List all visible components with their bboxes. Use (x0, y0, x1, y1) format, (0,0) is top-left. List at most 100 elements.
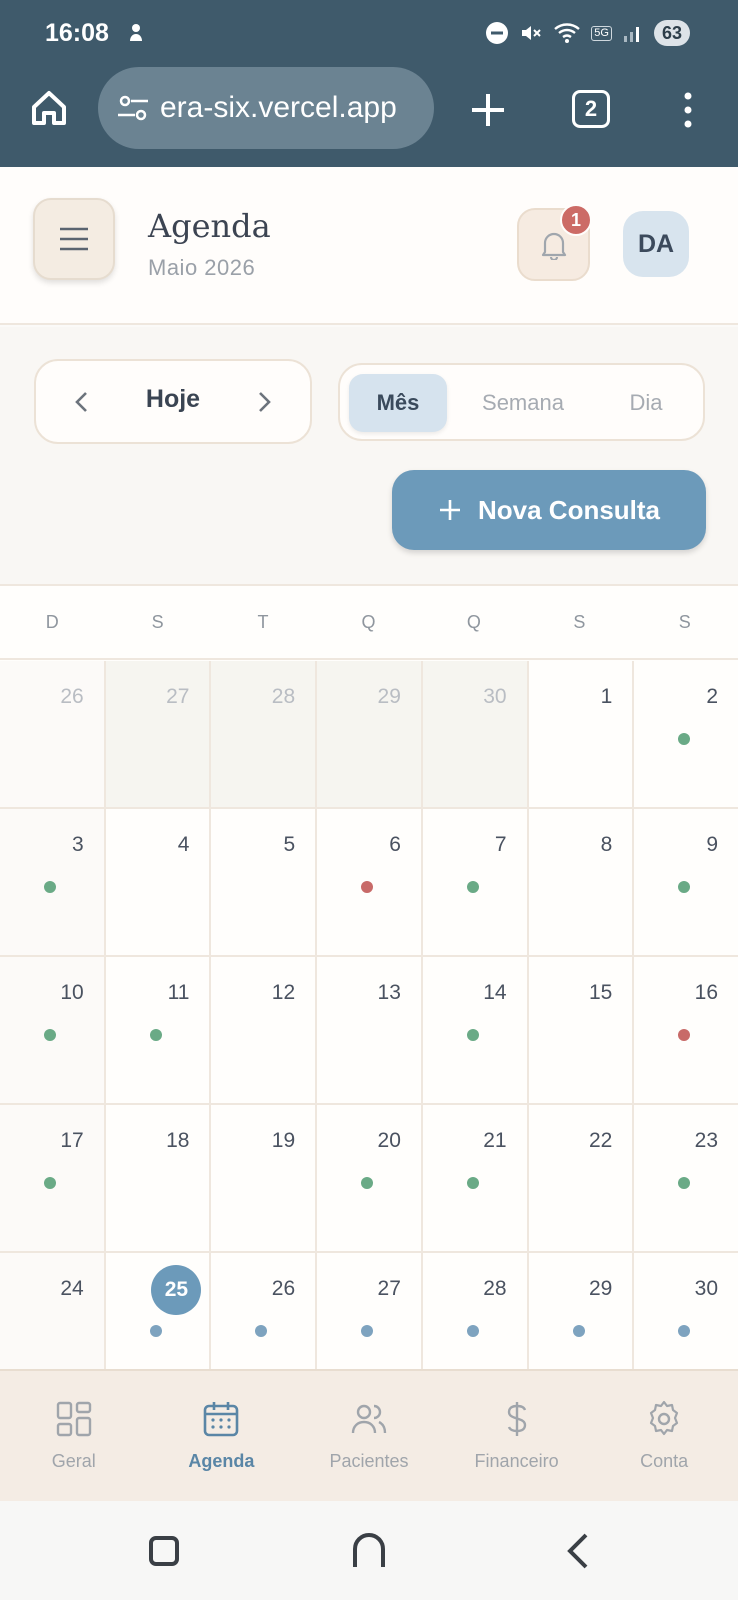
calendar-day[interactable]: 16 (634, 957, 738, 1103)
view-day-button[interactable]: Dia (602, 374, 690, 432)
week-row: 3 4 5 6 7 8 9 (0, 809, 738, 957)
system-home-icon[interactable] (349, 1531, 389, 1571)
day-number: 13 (377, 981, 401, 1004)
appointment-dot (361, 1325, 374, 1337)
calendar-day[interactable]: 4 (106, 809, 212, 955)
day-number: 14 (483, 981, 507, 1004)
back-icon[interactable] (558, 1531, 598, 1571)
calendar-day[interactable]: 28 (423, 1253, 529, 1369)
appointment-dot (149, 1029, 162, 1041)
calendar-day[interactable]: 2 (634, 661, 738, 807)
week-row: 24 25 26 27 28 29 30 (0, 1253, 738, 1369)
weekday-label: S (573, 612, 587, 632)
status-icons: 5G 63 (485, 18, 690, 48)
calendar-day[interactable]: 13 (317, 957, 423, 1103)
previous-button[interactable] (56, 377, 106, 427)
day-number: 19 (271, 1129, 296, 1152)
chevron-right-icon (259, 392, 271, 412)
day-number: 25 (151, 1265, 202, 1315)
today-button[interactable]: Hoje (116, 385, 230, 414)
week-row: 10 11 12 13 14 15 16 (0, 957, 738, 1105)
day-number: 12 (271, 981, 296, 1004)
menu-button[interactable] (33, 198, 115, 280)
day-number: 5 (283, 833, 296, 856)
tab-agenda[interactable]: Agenda (148, 1371, 296, 1501)
calendar-day[interactable]: 26 (0, 661, 106, 807)
calendar-day[interactable]: 29 (529, 1253, 635, 1369)
new-appointment-label: Nova Consulta (477, 494, 661, 525)
status-bar: 16:08 5G 63 (0, 0, 738, 64)
day-number: 28 (483, 1277, 507, 1300)
browser-chrome: 16:08 5G 63 era-six.vercel.app 2 (0, 0, 738, 167)
calendar-day[interactable]: 27 (105, 661, 212, 807)
day-number: 10 (60, 981, 84, 1004)
tab-pacientes[interactable]: Pacientes (295, 1371, 443, 1501)
tab-switcher-button[interactable]: 2 (572, 90, 610, 128)
calendar-day[interactable]: 17 (0, 1105, 106, 1251)
calendar-day[interactable]: 22 (529, 1105, 635, 1251)
calendar-day[interactable]: 23 (634, 1105, 738, 1251)
recents-icon[interactable] (144, 1531, 184, 1571)
calendar-day[interactable]: 12 (211, 957, 318, 1103)
calendar-day[interactable]: 11 (106, 957, 212, 1103)
day-number: 30 (483, 685, 507, 708)
calendar-day[interactable]: 28 (211, 661, 318, 807)
more-options-icon[interactable] (680, 90, 696, 130)
calendar-day[interactable]: 1 (529, 661, 635, 807)
calendar-day[interactable]: 15 (529, 957, 635, 1103)
appointment-dot (466, 881, 479, 893)
browser-home-icon[interactable] (28, 87, 70, 129)
calendar-day[interactable]: 24 (0, 1253, 106, 1369)
calendar-day[interactable]: 7 (423, 809, 529, 955)
status-time: 16:08 (45, 19, 109, 47)
calendar-day[interactable]: 6 (317, 809, 423, 955)
tab-label: Financeiro (474, 1451, 559, 1471)
appointment-dot (149, 1325, 162, 1337)
tab-geral[interactable]: Geral (0, 1371, 148, 1501)
calendar-day[interactable]: 19 (211, 1105, 318, 1251)
next-button[interactable] (240, 377, 290, 427)
appointment-dot (678, 1325, 691, 1337)
tab-financeiro[interactable]: Financeiro (443, 1371, 591, 1501)
calendar-day[interactable]: 21 (423, 1105, 529, 1251)
day-number: 1 (600, 685, 613, 708)
calendar-day[interactable]: 5 (211, 809, 318, 955)
battery-indicator: 63 (653, 20, 690, 46)
calendar-day[interactable]: 3 (0, 809, 106, 955)
appointment-dot (678, 881, 691, 893)
site-settings-icon[interactable] (116, 93, 150, 123)
avatar[interactable]: DA (623, 211, 689, 277)
calendar-day[interactable]: 30 (634, 1253, 738, 1369)
gear-icon (650, 1400, 679, 1436)
calendar-day[interactable]: 20 (317, 1105, 423, 1251)
network-badge: 5G (591, 25, 612, 41)
appointment-dot (678, 733, 691, 745)
day-number: 29 (588, 1277, 613, 1300)
day-number: 3 (72, 833, 84, 856)
tab-label: Conta (640, 1451, 689, 1471)
appointment-dot (361, 881, 374, 893)
calendar-day[interactable]: 14 (423, 957, 529, 1103)
tab-conta[interactable]: Conta (590, 1371, 738, 1501)
day-number: 26 (60, 685, 84, 708)
calendar-day[interactable]: 30 (422, 661, 529, 807)
tab-label: Pacientes (329, 1451, 409, 1471)
view-week-button[interactable]: Semana (460, 374, 586, 432)
calendar-day[interactable]: 8 (529, 809, 635, 955)
dollar-icon (507, 1402, 526, 1436)
view-month-button[interactable]: Mês (349, 374, 447, 432)
calendar-day[interactable]: 25 (106, 1253, 212, 1369)
new-appointment-button[interactable]: Nova Consulta (392, 470, 706, 550)
calendar-day[interactable]: 18 (106, 1105, 212, 1251)
new-tab-icon[interactable] (468, 90, 508, 130)
calendar-day[interactable]: 26 (211, 1253, 318, 1369)
calendar-day[interactable]: 10 (0, 957, 106, 1103)
calendar-day[interactable]: 9 (634, 809, 738, 955)
calendar-day[interactable]: 29 (317, 661, 423, 807)
calendar-day[interactable]: 27 (317, 1253, 423, 1369)
address-bar[interactable]: era-six.vercel.app (98, 67, 434, 149)
weekday-label: S (678, 612, 692, 632)
signal-icon (623, 27, 639, 42)
dnd-icon (486, 22, 509, 44)
appointment-dot (44, 881, 56, 893)
